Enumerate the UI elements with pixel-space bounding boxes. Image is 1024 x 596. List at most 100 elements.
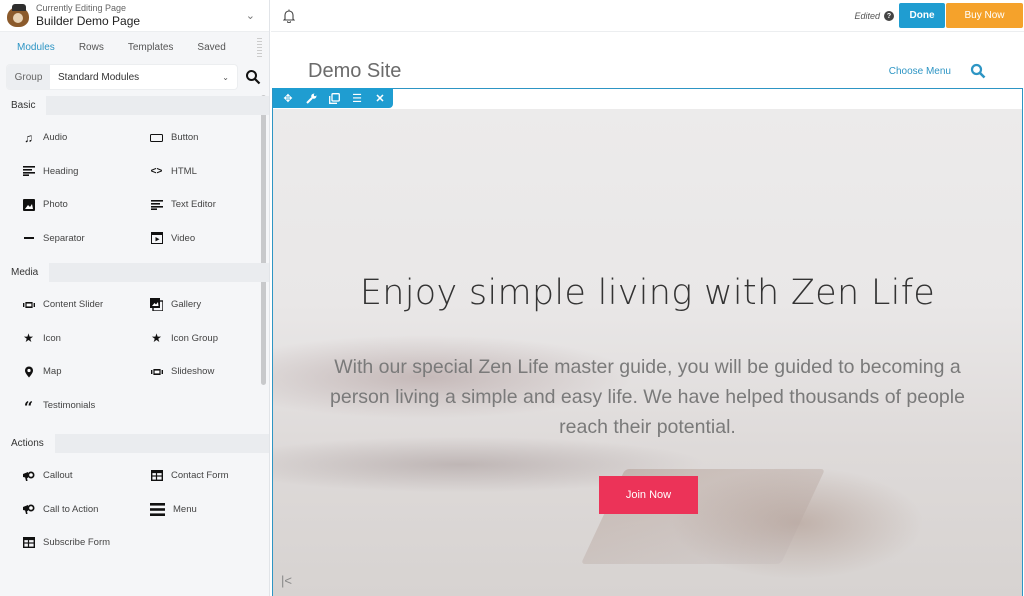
section-basic: Basic ♫ Audio Button Heading <> HTML Photo… — [0, 96, 269, 255]
module-label: Separator — [43, 232, 85, 244]
module-button[interactable]: Button — [150, 121, 269, 155]
row-menu-icon[interactable]: ☰ — [351, 92, 363, 105]
drag-handle-icon[interactable] — [257, 38, 262, 58]
module-label: Slideshow — [171, 366, 215, 378]
wrench-settings-icon[interactable] — [305, 92, 317, 104]
module-separator[interactable]: Separator — [22, 222, 150, 256]
module-gallery[interactable]: Gallery — [150, 288, 269, 322]
module-label: Heading — [43, 165, 79, 177]
module-icon-group[interactable]: ★ Icon Group — [150, 322, 269, 356]
module-label: Audio — [43, 132, 68, 144]
beaver-logo-icon — [4, 3, 32, 29]
section-media: Media Content Slider Gallery ★ Icon ★ Icon… — [0, 263, 269, 422]
slider-icon — [22, 298, 35, 311]
collapse-panel-icon[interactable]: |< — [281, 573, 292, 588]
hero-section: Enjoy simple living with Zen Life With o… — [273, 109, 1022, 596]
hero-heading[interactable]: Enjoy simple living with Zen Life — [273, 273, 1022, 313]
row-toolbar: ✥ ☰ ✕ — [273, 88, 393, 108]
duplicate-icon[interactable] — [328, 92, 340, 104]
page-selector[interactable]: Currently Editing Page Builder Demo Page… — [0, 0, 269, 32]
gallery-icon — [150, 298, 163, 312]
join-now-button[interactable]: Join Now — [599, 476, 698, 514]
chevron-down-icon: ⌄ — [222, 72, 229, 82]
form-icon — [22, 536, 35, 549]
module-label: Menu — [173, 503, 197, 515]
section-actions: Actions Callout Contact Form Call to Act… — [0, 434, 269, 560]
group-select[interactable]: Group Standard Modules ⌄ — [7, 65, 237, 89]
group-value[interactable]: Standard Modules ⌄ — [50, 65, 237, 89]
module-label: Video — [171, 232, 196, 244]
music-note-icon: ♫ — [24, 130, 33, 145]
module-heading[interactable]: Heading — [22, 155, 150, 189]
megaphone-icon — [22, 469, 35, 482]
module-label: Button — [171, 132, 199, 144]
heading-icon — [22, 165, 35, 178]
close-icon[interactable]: ✕ — [374, 92, 386, 105]
code-icon: <> — [150, 165, 163, 177]
module-photo[interactable]: Photo — [22, 188, 150, 222]
tab-modules[interactable]: Modules — [17, 42, 55, 53]
done-button[interactable]: Done — [899, 3, 945, 28]
module-label: Contact Form — [171, 470, 229, 482]
page-title: Builder Demo Page — [36, 14, 141, 28]
section-title: Media — [0, 263, 50, 282]
module-video[interactable]: Video — [150, 222, 269, 256]
module-icon[interactable]: ★ Icon — [22, 322, 150, 356]
tab-templates[interactable]: Templates — [128, 42, 174, 53]
choose-menu-link[interactable]: Choose Menu — [889, 66, 951, 77]
form-icon — [150, 469, 163, 482]
megaphone-icon — [22, 503, 35, 516]
star-icon: ★ — [23, 331, 34, 346]
slider-icon — [150, 365, 163, 378]
module-html[interactable]: <> HTML — [150, 155, 269, 189]
module-label: Photo — [43, 199, 68, 211]
module-label: Call to Action — [43, 503, 99, 515]
chevron-down-icon[interactable]: ⌄ — [246, 9, 255, 22]
module-slideshow[interactable]: Slideshow — [150, 355, 269, 389]
section-title: Actions — [0, 434, 55, 453]
quote-icon: “ — [23, 397, 34, 417]
star-icon: ★ — [151, 331, 162, 346]
module-menu[interactable]: Menu — [150, 493, 269, 527]
sidebar-scrollbar[interactable] — [261, 95, 266, 385]
help-icon[interactable]: ? — [884, 11, 894, 21]
map-pin-icon — [22, 365, 35, 378]
module-call-to-action[interactable]: Call to Action — [22, 493, 150, 527]
hero-text[interactable]: With our special Zen Life master guide, … — [303, 352, 992, 442]
module-subscribe-form[interactable]: Subscribe Form — [22, 526, 150, 560]
module-label: Icon — [43, 332, 61, 344]
module-label: Testimonials — [43, 399, 96, 411]
module-testimonials[interactable]: “ Testimonials — [22, 389, 150, 423]
site-search-icon[interactable] — [970, 63, 986, 79]
search-icon[interactable] — [245, 69, 261, 85]
module-label: Gallery — [171, 299, 202, 311]
builder-sidebar: Currently Editing Page Builder Demo Page… — [0, 0, 270, 596]
move-icon[interactable]: ✥ — [282, 92, 294, 105]
builder-topbar: Edited ? Done Buy Now — [271, 0, 1024, 32]
tab-rows[interactable]: Rows — [79, 42, 104, 53]
selected-row[interactable]: ✥ ☰ ✕ Enjoy simple living with Zen Life … — [272, 88, 1023, 596]
module-audio[interactable]: ♫ Audio — [22, 121, 150, 155]
video-icon — [150, 232, 163, 245]
editing-label: Currently Editing Page — [36, 3, 127, 13]
module-callout[interactable]: Callout — [22, 459, 150, 493]
button-icon — [150, 131, 163, 144]
photo-icon — [22, 198, 35, 211]
notifications-bell-icon[interactable] — [282, 9, 296, 24]
module-map[interactable]: Map — [22, 355, 150, 389]
buy-now-button[interactable]: Buy Now — [946, 3, 1023, 28]
site-header: Demo Site Choose Menu — [271, 33, 1024, 88]
text-editor-icon — [150, 198, 163, 211]
module-text-editor[interactable]: Text Editor — [150, 188, 269, 222]
module-label: Callout — [43, 470, 73, 482]
module-label: HTML — [171, 165, 197, 177]
site-title[interactable]: Demo Site — [308, 60, 401, 83]
module-label: Map — [43, 366, 62, 378]
module-contact-form[interactable]: Contact Form — [150, 459, 269, 493]
module-label: Text Editor — [171, 199, 216, 211]
tab-saved[interactable]: Saved — [197, 42, 225, 53]
section-title: Basic — [0, 96, 47, 115]
panel-tabs: Modules Rows Templates Saved — [0, 32, 269, 62]
menu-icon — [150, 502, 165, 516]
module-content-slider[interactable]: Content Slider — [22, 288, 150, 322]
